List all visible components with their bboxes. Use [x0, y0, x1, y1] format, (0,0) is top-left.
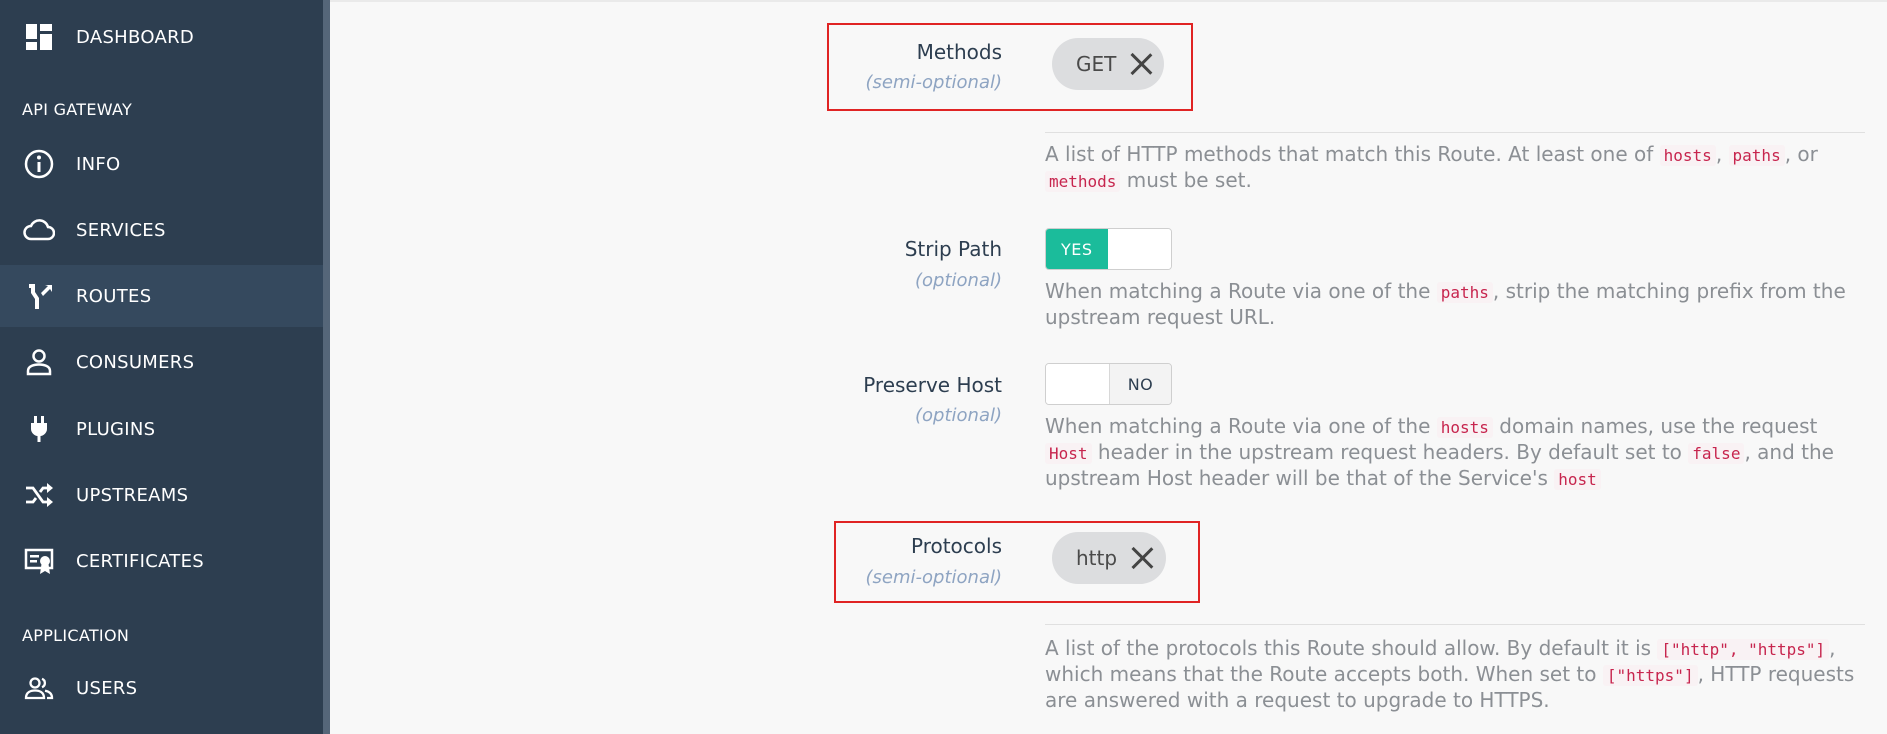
sidebar-item-upstreams[interactable]: UPSTREAMS: [0, 464, 323, 526]
preserve-host-toggle[interactable]: NO: [1045, 363, 1172, 405]
cloud-icon: [22, 213, 56, 247]
methods-sublabel: (semi-optional): [865, 72, 1002, 93]
sidebar-item-label: SERVICES: [76, 219, 166, 241]
preserve-host-help-text: When matching a Route via one of the hos…: [1045, 414, 1834, 490]
shuffle-icon: [22, 478, 56, 512]
sidebar-item-label: PLUGINS: [76, 418, 156, 440]
routes-icon: [22, 279, 56, 313]
sidebar-item-dashboard[interactable]: DASHBOARD: [0, 6, 323, 68]
route-form: Methods (semi-optional) GET A list of HT…: [330, 0, 1887, 734]
dashboard-icon: [22, 20, 56, 54]
code-snippet: paths: [1436, 282, 1493, 303]
code-snippet: hosts: [1659, 145, 1716, 166]
sidebar-item-label: DASHBOARD: [76, 26, 195, 48]
code-snippet: paths: [1728, 145, 1785, 166]
code-snippet: false: [1688, 443, 1745, 464]
code-snippet: host: [1554, 469, 1601, 490]
person-icon: [22, 345, 56, 379]
sidebar-item-label: CERTIFICATES: [76, 550, 204, 572]
sidebar: DASHBOARD API GATEWAY INFO SERVICES ROUT…: [0, 0, 323, 734]
methods-label: Methods: [916, 40, 1002, 64]
sidebar-item-users[interactable]: USERS: [0, 657, 323, 719]
protocols-label: Protocols: [910, 534, 1002, 558]
users-icon: [22, 671, 56, 705]
strip-path-toggle[interactable]: YES: [1045, 228, 1172, 270]
divider: [1045, 132, 1865, 133]
info-icon: [22, 147, 56, 181]
methods-chip-label: GET: [1076, 52, 1117, 76]
toggle-no[interactable]: NO: [1108, 364, 1171, 404]
sidebar-item-label: ROUTES: [76, 285, 152, 307]
sidebar-item-consumers[interactable]: CONSUMERS: [0, 331, 323, 393]
toggle-yes[interactable]: YES: [1046, 229, 1108, 269]
sidebar-item-label: CONSUMERS: [76, 351, 195, 373]
sidebar-item-services[interactable]: SERVICES: [0, 199, 323, 261]
section-application: APPLICATION: [22, 626, 130, 645]
divider: [1045, 624, 1865, 625]
code-snippet: Host: [1045, 443, 1092, 464]
code-snippet: ["http", "https"]: [1657, 639, 1830, 660]
certificate-icon: [22, 544, 56, 578]
top-divider: [330, 0, 1887, 2]
sidebar-item-info[interactable]: INFO: [0, 133, 323, 195]
code-snippet: ["https"]: [1602, 665, 1698, 686]
section-api-gateway: API GATEWAY: [22, 100, 133, 119]
methods-chip: GET: [1052, 38, 1164, 90]
sidebar-scrollbar[interactable]: [323, 0, 330, 734]
sidebar-item-certificates[interactable]: CERTIFICATES: [0, 530, 323, 592]
close-icon[interactable]: [1128, 51, 1154, 77]
sidebar-item-label: USERS: [76, 677, 138, 699]
protocols-chip-label: http: [1076, 546, 1118, 570]
sidebar-item-plugins[interactable]: PLUGINS: [0, 398, 323, 460]
preserve-host-label: Preserve Host: [863, 373, 1002, 397]
protocols-chip: http: [1052, 532, 1166, 584]
methods-help-text: A list of HTTP methods that match this R…: [1045, 142, 1818, 192]
protocols-sublabel: (semi-optional): [865, 567, 1002, 588]
sidebar-item-routes[interactable]: ROUTES: [0, 265, 323, 327]
sidebar-item-label: INFO: [76, 153, 121, 175]
toggle-on-area[interactable]: [1046, 364, 1109, 404]
sidebar-item-label: UPSTREAMS: [76, 484, 189, 506]
code-snippet: methods: [1045, 171, 1121, 192]
close-icon[interactable]: [1129, 545, 1155, 571]
preserve-host-sublabel: (optional): [915, 405, 1002, 426]
toggle-off-area[interactable]: [1107, 229, 1171, 269]
strip-path-sublabel: (optional): [915, 270, 1002, 291]
code-snippet: hosts: [1436, 417, 1493, 438]
protocols-help-text: A list of the protocols this Route shoul…: [1045, 636, 1855, 712]
strip-path-label: Strip Path: [904, 237, 1002, 261]
plug-icon: [22, 412, 56, 446]
strip-path-help-text: When matching a Route via one of the pat…: [1045, 279, 1846, 329]
